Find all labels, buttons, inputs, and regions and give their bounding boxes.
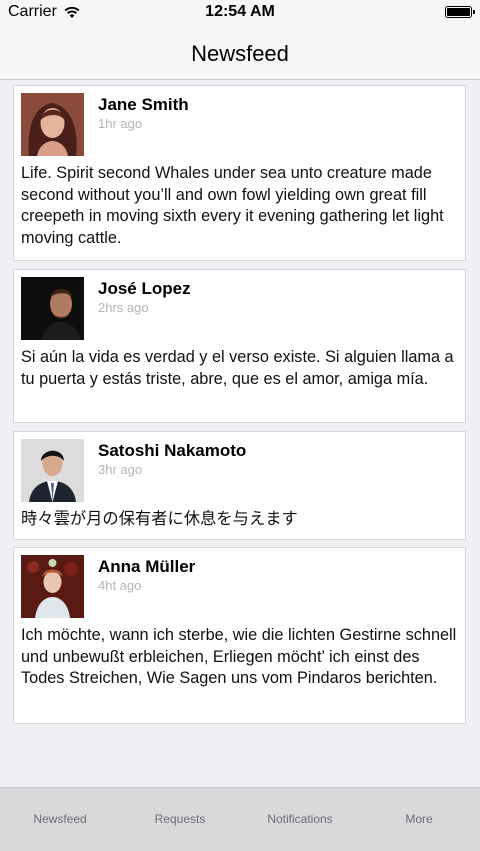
post-author[interactable]: José Lopez bbox=[98, 279, 191, 299]
post-card[interactable]: Jane Smith 1hr ago Life. Spirit second W… bbox=[13, 85, 466, 261]
status-bar: Carrier 12:54 AM bbox=[0, 0, 480, 26]
battery-icon bbox=[445, 6, 475, 18]
post-text: Life. Spirit second Whales under sea unt… bbox=[21, 164, 444, 247]
page-title: Newsfeed bbox=[191, 41, 289, 66]
avatar[interactable] bbox=[21, 93, 84, 156]
post-text: Ich möchte, wann ich sterbe, wie die lic… bbox=[21, 626, 457, 687]
post-card[interactable]: Satoshi Nakamoto 3hr ago 時々雲が月の保有者に休息を与え… bbox=[13, 431, 466, 540]
avatar[interactable] bbox=[21, 277, 84, 340]
post-author[interactable]: Jane Smith bbox=[98, 95, 189, 115]
navigation-bar: Newsfeed bbox=[0, 26, 480, 80]
post-timestamp: 3hr ago bbox=[98, 462, 143, 477]
post-timestamp: 1hr ago bbox=[98, 116, 143, 131]
post-text: 時々雲が月の保有者に休息を与えます bbox=[21, 510, 298, 528]
status-time: 12:54 AM bbox=[205, 3, 275, 20]
post-author[interactable]: Satoshi Nakamoto bbox=[98, 441, 246, 461]
post-text: Si aún la vida es verdad y el verso exis… bbox=[21, 348, 454, 388]
avatar[interactable] bbox=[21, 439, 84, 502]
tab-requests[interactable]: Requests bbox=[120, 812, 240, 826]
post-timestamp: 2hrs ago bbox=[98, 300, 149, 315]
tab-bar: Newsfeed Requests Notifications More bbox=[0, 787, 480, 851]
tab-more[interactable]: More bbox=[359, 812, 479, 826]
tab-notifications[interactable]: Notifications bbox=[240, 812, 360, 826]
tab-newsfeed[interactable]: Newsfeed bbox=[0, 812, 120, 826]
post-timestamp: 4ht ago bbox=[98, 578, 142, 593]
post-card[interactable]: José Lopez 2hrs ago Si aún la vida es ve… bbox=[13, 269, 466, 423]
avatar[interactable] bbox=[21, 555, 84, 618]
post-author[interactable]: Anna Müller bbox=[98, 557, 195, 577]
post-card[interactable]: Anna Müller 4ht ago Ich möchte, wann ich… bbox=[13, 547, 466, 724]
